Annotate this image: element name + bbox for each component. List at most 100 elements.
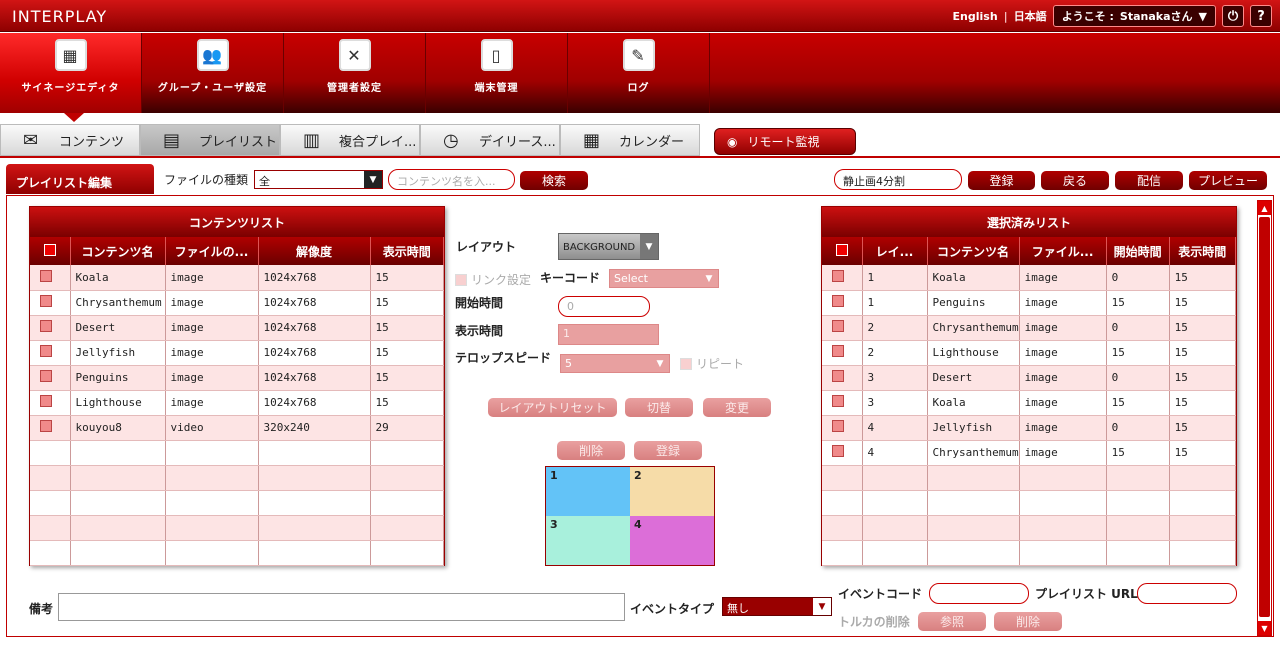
tab-composite-play[interactable]: ▥ 複合プレイ...	[280, 124, 420, 156]
layout-cell-3[interactable]: 3	[546, 516, 630, 565]
row-checkbox[interactable]	[40, 345, 52, 357]
col-duration[interactable]: 表示時間	[1169, 237, 1237, 265]
scroll-down-icon[interactable]: ▼	[1258, 621, 1271, 635]
table-row[interactable]: Desert image 1024x768 15	[30, 315, 444, 341]
row-checkbox[interactable]	[40, 395, 52, 407]
help-button[interactable]: ?	[1250, 5, 1272, 27]
table-row[interactable]: 2 Chrysanthemum image 0 15	[822, 315, 1237, 341]
row-checkbox[interactable]	[832, 445, 844, 457]
col-layout[interactable]: レイ...	[862, 237, 928, 265]
row-checkbox[interactable]	[832, 420, 844, 432]
layout-select[interactable]: BACKGROUND ▼	[558, 233, 659, 260]
layout-delete-button[interactable]: 削除	[557, 441, 625, 460]
layout-cell-2[interactable]: 2	[630, 467, 714, 516]
nav-log[interactable]: ✎ ログ	[568, 33, 710, 113]
col-resolution[interactable]: 解像度	[258, 237, 371, 265]
tab-daily-schedule[interactable]: ◷ デイリース...	[420, 124, 560, 156]
start-time-input[interactable]: 0	[558, 296, 650, 317]
row-checkbox[interactable]	[832, 295, 844, 307]
repeat-setting[interactable]: リピート	[680, 355, 744, 372]
preview-button[interactable]: プレビュー	[1189, 171, 1267, 190]
tab-calendar[interactable]: ▦ カレンダー	[560, 124, 700, 156]
row-checkbox[interactable]	[40, 269, 52, 282]
table-cell	[1169, 515, 1237, 541]
table-row[interactable]: Penguins image 1024x768 15	[30, 365, 444, 391]
layout-reset-button[interactable]: レイアウトリセット	[488, 398, 617, 417]
event-code-input[interactable]	[929, 583, 1029, 604]
file-type-select[interactable]: 全 ▼	[254, 170, 383, 189]
back-button[interactable]: 戻る	[1041, 171, 1109, 190]
playlist-url-input[interactable]	[1137, 583, 1237, 604]
table-row	[822, 540, 1237, 566]
duration-stepper[interactable]: 1	[558, 324, 659, 345]
table-row[interactable]: 3 Desert image 0 15	[822, 365, 1237, 391]
table-cell: Chrysanthemum	[70, 290, 166, 316]
row-checkbox[interactable]	[832, 345, 844, 357]
col-file-type[interactable]: ファイルの...	[165, 237, 259, 265]
event-type-select[interactable]: 無し ▼	[722, 597, 832, 616]
table-row[interactable]: 3 Koala image 15 15	[822, 390, 1237, 416]
row-checkbox[interactable]	[832, 370, 844, 382]
remote-monitor-button[interactable]: ◉ リモート監視	[714, 128, 856, 155]
repeat-checkbox[interactable]	[680, 357, 692, 370]
table-row[interactable]: 1 Penguins image 15 15	[822, 290, 1237, 316]
col-content-name[interactable]: コンテンツ名	[70, 237, 166, 265]
layout-cell-1[interactable]: 1	[546, 467, 630, 516]
deliver-button[interactable]: 配信	[1115, 171, 1183, 190]
row-checkbox[interactable]	[832, 395, 844, 407]
bottom-delete-button[interactable]: 削除	[994, 612, 1062, 631]
scroll-up-icon[interactable]: ▲	[1258, 201, 1271, 215]
switch-button[interactable]: 切替	[625, 398, 693, 417]
table-row[interactable]: Jellyfish image 1024x768 15	[30, 340, 444, 366]
user-menu[interactable]: ようこそ : Stanakaさん ▼	[1052, 5, 1216, 27]
vertical-scrollbar[interactable]: ▲ ▼	[1257, 200, 1272, 636]
search-button[interactable]: 検索	[520, 171, 588, 190]
nav-admin[interactable]: ✕ 管理者設定	[284, 33, 426, 113]
playlist-name-input[interactable]: 静止画4分割	[834, 169, 962, 190]
power-icon[interactable]: ⏻	[1222, 5, 1244, 27]
table-row[interactable]: Koala image 1024x768 15	[30, 265, 444, 291]
keycode-select[interactable]: Select ▼	[609, 269, 719, 288]
lang-english-link[interactable]: English	[953, 10, 998, 23]
table-row[interactable]: 1 Koala image 0 15	[822, 265, 1237, 291]
select-all-checkbox[interactable]	[835, 243, 848, 256]
nav-device[interactable]: ▯ 端末管理	[426, 33, 568, 113]
col-file-type[interactable]: ファイル...	[1019, 237, 1107, 265]
table-cell	[1019, 490, 1107, 516]
row-checkbox[interactable]	[40, 370, 52, 382]
notes-input[interactable]	[58, 593, 625, 621]
layout-cell-4[interactable]: 4	[630, 516, 714, 565]
row-checkbox[interactable]	[832, 269, 844, 282]
table-row[interactable]: 4 Jellyfish image 0 15	[822, 415, 1237, 441]
row-checkbox[interactable]	[832, 320, 844, 332]
scroll-thumb[interactable]	[1259, 217, 1270, 617]
table-row[interactable]: kouyou8 video 320x240 29	[30, 415, 444, 441]
table-row[interactable]: 4 Chrysanthemum image 15 15	[822, 440, 1237, 466]
browse-button[interactable]: 参照	[918, 612, 986, 631]
nav-group-user[interactable]: 👥 グループ・ユーザ設定	[142, 33, 284, 113]
col-start-time[interactable]: 開始時間	[1106, 237, 1170, 265]
table-row[interactable]: Lighthouse image 1024x768 15	[30, 390, 444, 416]
layout-add-button[interactable]: 登録	[634, 441, 702, 460]
table-row[interactable]: Chrysanthemum image 1024x768 15	[30, 290, 444, 316]
select-all-checkbox[interactable]	[43, 243, 56, 256]
playlist-edit-tab[interactable]: プレイリスト編集	[6, 164, 154, 194]
col-duration[interactable]: 表示時間	[370, 237, 444, 265]
nav-signage-editor[interactable]: ▦ サイネージエディタ	[0, 33, 142, 113]
row-checkbox[interactable]	[40, 320, 52, 332]
link-setting[interactable]: リンク設定	[455, 271, 531, 288]
table-row[interactable]: 2 Lighthouse image 15 15	[822, 340, 1237, 366]
chevron-down-icon: ▼	[651, 355, 669, 372]
register-button[interactable]: 登録	[968, 171, 1035, 190]
col-content-name[interactable]: コンテンツ名	[927, 237, 1020, 265]
search-input[interactable]: コンテンツ名を入...	[388, 169, 515, 190]
change-button[interactable]: 変更	[703, 398, 771, 417]
lang-japanese-link[interactable]: 日本語	[1014, 8, 1047, 24]
link-setting-checkbox[interactable]	[455, 273, 467, 286]
row-checkbox[interactable]	[40, 420, 52, 432]
row-checkbox[interactable]	[40, 295, 52, 307]
tab-playlist[interactable]: ▤ プレイリスト	[140, 124, 280, 156]
ticker-speed-select[interactable]: 5 ▼	[560, 354, 670, 373]
tab-contents[interactable]: ✉ コンテンツ	[0, 124, 140, 156]
chevron-down-icon: ▼	[364, 171, 382, 188]
